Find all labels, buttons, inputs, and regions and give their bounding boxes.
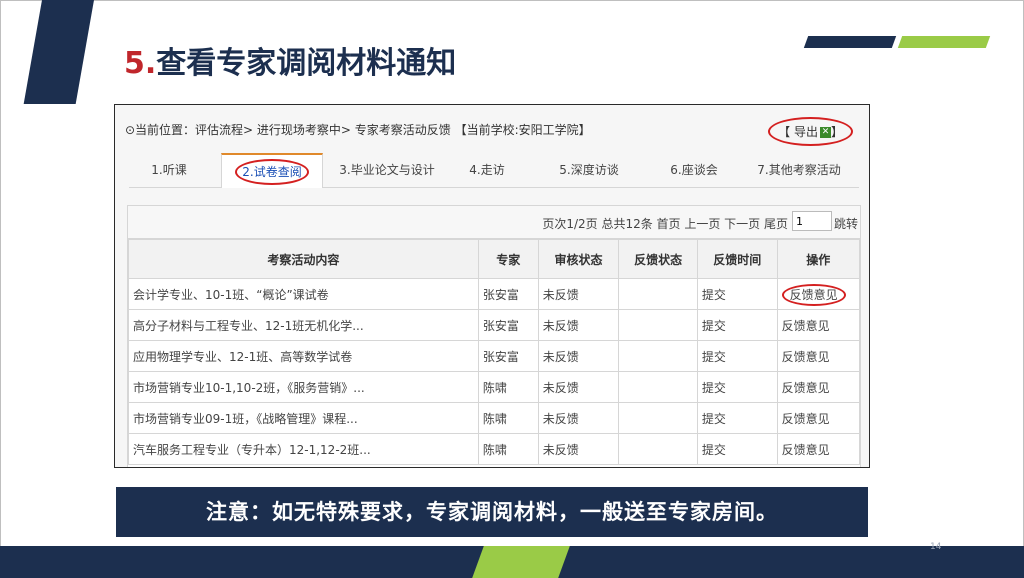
table-row: 市场营销专业09-1班，《战略管理》课程... 陈啸 未反馈 提交 反馈意见 [128, 402, 861, 434]
tab-label: 5.深度访谈 [559, 163, 619, 177]
header-review-status: 审核状态 [537, 239, 620, 279]
feedback-link[interactable]: 反馈意见 [776, 371, 861, 403]
table-row: 市场营销专业10-1,10-2班，《服务营销》... 陈啸 未反馈 提交 反馈意… [128, 371, 861, 403]
go-button[interactable]: 跳转 [834, 215, 858, 232]
cell-feedback-status [618, 371, 698, 403]
title-number: 5. [124, 46, 157, 81]
cell-review-status: 未反馈 [537, 433, 620, 465]
export-tail: 】 [830, 125, 843, 139]
cell-review-status: 未反馈 [537, 402, 620, 434]
cell-feedback-status [618, 278, 698, 310]
export-button[interactable]: 【 导出 ✕】 [768, 117, 853, 146]
tab-interview[interactable]: 5.深度访谈 [549, 153, 629, 187]
cell-content: 应用物理学专业、12-1班、高等数学试卷 [128, 340, 479, 372]
cell-expert: 张安富 [477, 309, 539, 341]
cell-feedback-status [618, 402, 698, 434]
submit-link[interactable]: 提交 [696, 371, 778, 403]
header-action: 操作 [776, 239, 861, 279]
submit-link[interactable]: 提交 [696, 402, 778, 434]
table-row: 高分子材料与工程专业、12-1班无机化学... 张安富 未反馈 提交 反馈意见 [128, 309, 861, 341]
tab-exam-review[interactable]: 2.试卷查阅 [221, 153, 323, 188]
table-row: 会计学专业、10-1班、“概论”课试卷 张安富 未反馈 提交 反馈意见 [128, 278, 861, 310]
breadcrumb: ⊙当前位置：评估流程> 进行现场考察中> 专家考察活动反馈 【当前学校:安阳工学… [125, 123, 591, 137]
tab-label: 4.走访 [469, 163, 505, 177]
table-header-row: 考察活动内容 专家 审核状态 反馈状态 反馈时间 操作 [128, 239, 861, 279]
decor-bar-dark [803, 36, 897, 48]
header-expert: 专家 [477, 239, 539, 279]
feedback-link[interactable]: 反馈意见 [776, 433, 861, 465]
cell-content: 市场营销专业10-1,10-2班，《服务营销》... [128, 371, 479, 403]
submit-link[interactable]: 提交 [696, 340, 778, 372]
tab-label: 6.座谈会 [670, 163, 718, 177]
submit-link[interactable]: 提交 [696, 433, 778, 465]
tab-other[interactable]: 7.其他考察活动 [749, 153, 849, 187]
export-label: 【 导出 [778, 125, 818, 139]
feedback-link[interactable]: 反馈意见 [776, 309, 861, 341]
cell-expert: 陈啸 [477, 402, 539, 434]
page-input[interactable] [792, 211, 832, 231]
pager: 页次1/2页 总共12条 首页 上一页 下一页 尾页 跳转 [128, 206, 860, 239]
table-row: 应用物理学专业、12-1班、高等数学试卷 张安富 未反馈 提交 反馈意见 [128, 340, 861, 372]
submit-link[interactable]: 提交 [696, 278, 778, 310]
title-text: 查看专家调阅材料通知 [156, 46, 457, 81]
tab-forum[interactable]: 6.座谈会 [659, 153, 729, 187]
cell-action: 反馈意见 [776, 278, 861, 310]
tab-bar: 1.听课 2.试卷查阅 3.毕业论文与设计 4.走访 5.深度访谈 6.座谈会 … [129, 153, 859, 188]
tab-label: 2.试卷查阅 [235, 159, 309, 185]
cell-expert: 陈啸 [477, 433, 539, 465]
cell-content: 汽车服务工程专业（专升本）12-1,12-2班... [128, 433, 479, 465]
feedback-link[interactable]: 反馈意见 [776, 340, 861, 372]
cell-content: 市场营销专业09-1班，《战略管理》课程... [128, 402, 479, 434]
tab-listen[interactable]: 1.听课 [129, 153, 209, 187]
footer-accent [472, 546, 570, 578]
tab-visit[interactable]: 4.走访 [457, 153, 517, 187]
page-number: 14 [930, 542, 942, 552]
review-panel: 页次1/2页 总共12条 首页 上一页 下一页 尾页 跳转 考察活动内容 专家 … [127, 205, 861, 467]
slide-title: 5.查看专家调阅材料通知 [124, 38, 456, 82]
cell-expert: 张安富 [477, 278, 539, 310]
excel-icon: ✕ [819, 127, 831, 138]
cell-feedback-status [618, 340, 698, 372]
tab-label: 1.听课 [151, 163, 187, 177]
header-feedback-status: 反馈状态 [618, 239, 698, 279]
review-table: 考察活动内容 专家 审核状态 反馈状态 反馈时间 操作 会计学专业、10-1班、… [128, 239, 861, 465]
header-feedback-time: 反馈时间 [696, 239, 778, 279]
feedback-link[interactable]: 反馈意见 [781, 283, 846, 306]
cell-feedback-status [618, 433, 698, 465]
cell-expert: 张安富 [477, 340, 539, 372]
feedback-link[interactable]: 反馈意见 [776, 402, 861, 434]
submit-link[interactable]: 提交 [696, 309, 778, 341]
cell-review-status: 未反馈 [537, 371, 620, 403]
system-screenshot: ⊙当前位置：评估流程> 进行现场考察中> 专家考察活动反馈 【当前学校:安阳工学… [114, 104, 870, 468]
tab-label: 3.毕业论文与设计 [339, 163, 435, 177]
cell-review-status: 未反馈 [537, 278, 620, 310]
cell-review-status: 未反馈 [537, 340, 620, 372]
cell-content: 会计学专业、10-1班、“概论”课试卷 [128, 278, 479, 310]
tab-label: 7.其他考察活动 [757, 163, 841, 177]
header-content: 考察活动内容 [128, 239, 479, 279]
cell-content: 高分子材料与工程专业、12-1班无机化学... [128, 309, 479, 341]
notice-banner: 注意：如无特殊要求，专家调阅材料，一般送至专家房间。 [116, 487, 868, 537]
decor-bar-green [897, 36, 991, 48]
tab-thesis[interactable]: 3.毕业论文与设计 [327, 153, 447, 187]
cell-expert: 陈啸 [477, 371, 539, 403]
cell-review-status: 未反馈 [537, 309, 620, 341]
cell-feedback-status [618, 309, 698, 341]
pager-text: 页次1/2页 总共12条 首页 上一页 下一页 尾页 [542, 217, 788, 231]
table-row: 汽车服务工程专业（专升本）12-1,12-2班... 陈啸 未反馈 提交 反馈意… [128, 433, 861, 465]
